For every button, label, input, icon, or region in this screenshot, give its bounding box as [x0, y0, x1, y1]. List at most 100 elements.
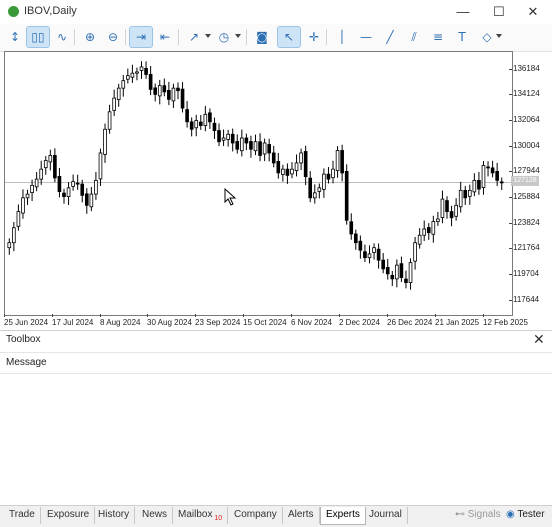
bar-chart-button[interactable]: ↕	[4, 27, 26, 47]
line-chart-button[interactable]: ∿	[51, 27, 73, 47]
zoom-out-button[interactable]: ⊖	[102, 27, 124, 47]
tab-history[interactable]: History	[93, 507, 136, 524]
candle-body	[48, 155, 53, 163]
candle-body	[326, 173, 331, 180]
text-button[interactable]: T	[451, 27, 473, 47]
price-chart[interactable]	[4, 51, 513, 316]
crosshair-button[interactable]: ✛	[303, 27, 325, 47]
candle-body	[203, 113, 208, 126]
date-tick-label: 30 Aug 2024	[147, 318, 192, 327]
candle-body	[167, 89, 171, 100]
candle-body	[130, 72, 135, 78]
price-tick-mark	[509, 222, 512, 224]
date-tick-mark	[4, 314, 5, 317]
fibonacci-icon: ≡	[432, 30, 444, 44]
minimize-button[interactable]: —	[448, 2, 478, 22]
candle-body	[303, 151, 308, 178]
zoom-in-icon: ⊕	[84, 30, 96, 44]
tab-signals[interactable]: ⊷ Signals	[455, 507, 501, 524]
zoom-out-icon: ⊖	[107, 30, 119, 44]
candle-body	[53, 155, 57, 179]
candle-body	[112, 97, 116, 111]
screenshot-button[interactable]: ◙	[251, 27, 273, 47]
candle-body	[267, 144, 271, 154]
candle-body	[21, 197, 25, 214]
tab-experts[interactable]: Experts	[320, 507, 366, 525]
tab-label: News	[142, 509, 168, 520]
signals-icon: ⊷	[455, 509, 468, 520]
candle-body	[139, 66, 144, 71]
candle-body	[499, 181, 504, 184]
crosshair-icon: ✛	[308, 30, 320, 44]
date-tick-mark	[435, 314, 436, 317]
trendline-button[interactable]: ╱	[379, 27, 401, 47]
price-tick-label: 127944	[513, 166, 540, 176]
candle-body	[454, 204, 458, 217]
candle-body	[185, 109, 189, 123]
trendline-icon: ╱	[386, 30, 394, 44]
periods-dropdown-caret[interactable]	[235, 34, 241, 38]
tab-exposure[interactable]: Exposure	[42, 507, 96, 524]
candle-body	[290, 168, 294, 175]
toolbox-close-button[interactable]: ✕	[533, 331, 545, 348]
tab-journal[interactable]: Journal	[364, 507, 408, 524]
close-button[interactable]: ✕	[518, 2, 548, 22]
price-tick-label: 121764	[513, 243, 540, 253]
candle-body	[495, 171, 499, 181]
horizontal-line-button[interactable]: —	[355, 27, 377, 47]
tab-label: Journal	[369, 509, 402, 520]
tab-mailbox[interactable]: Mailbox 10	[173, 507, 229, 524]
candle-body	[363, 251, 367, 259]
candle-body	[445, 200, 449, 212]
candle-body	[126, 75, 130, 80]
candle-body	[467, 189, 472, 197]
indicators-dropdown-caret[interactable]	[205, 34, 211, 38]
channel-button[interactable]: ⫽	[403, 27, 425, 47]
date-tick-mark	[243, 314, 244, 317]
candlestick-icon: ▯▯	[31, 30, 45, 44]
tab-label: Mailbox	[178, 509, 213, 520]
candle-body	[399, 263, 404, 279]
vertical-line-icon: │	[338, 30, 346, 44]
vertical-line-button[interactable]: │	[331, 27, 353, 47]
tab-company[interactable]: Company	[229, 507, 283, 524]
tab-alerts[interactable]: Alerts	[283, 507, 320, 524]
candlestick-button[interactable]: ▯▯	[26, 26, 50, 48]
candlestick-plot[interactable]	[5, 52, 512, 315]
price-tick-mark	[509, 120, 512, 121]
cursor-button[interactable]: ↖	[277, 26, 301, 48]
indicators-button[interactable]: ↗	[183, 27, 205, 47]
message-column-header[interactable]	[0, 352, 552, 374]
candle-body	[281, 168, 285, 175]
candle-body	[308, 177, 313, 199]
autoscroll-button[interactable]: ⇥	[129, 26, 153, 48]
candle-body	[385, 266, 390, 275]
chart-shift-button[interactable]: ⇤	[154, 27, 176, 47]
candle-body	[71, 181, 75, 187]
message-column-label: Message	[6, 357, 47, 368]
date-tick-mark	[147, 314, 148, 317]
periods-button[interactable]: ◷	[213, 27, 235, 47]
candle-body	[376, 248, 381, 261]
zoom-in-button[interactable]: ⊕	[79, 27, 101, 47]
candle-body	[463, 189, 468, 199]
price-tick-mark	[509, 274, 512, 276]
toolbar-separator	[246, 29, 247, 45]
tab-trade[interactable]: Trade	[4, 507, 41, 524]
shapes-button[interactable]: ◇	[476, 27, 498, 47]
candle-body	[103, 128, 107, 155]
candle-body	[94, 179, 98, 195]
maximize-button[interactable]: ☐	[484, 2, 514, 22]
date-tick-mark	[483, 314, 484, 317]
price-tick-label: 119704	[513, 269, 540, 279]
date-tick-mark	[339, 314, 340, 317]
date-tick-label: 26 Dec 2024	[387, 318, 433, 327]
current-price-label: 127128	[511, 176, 539, 186]
fibonacci-button[interactable]: ≡	[427, 27, 449, 47]
candle-body	[144, 68, 148, 75]
date-tick-mark	[52, 314, 53, 317]
autoscroll-icon: ⇥	[135, 30, 147, 44]
candle-body	[43, 160, 48, 169]
tab-tester[interactable]: ◉ Tester	[506, 507, 545, 524]
tab-news[interactable]: News	[137, 507, 174, 524]
